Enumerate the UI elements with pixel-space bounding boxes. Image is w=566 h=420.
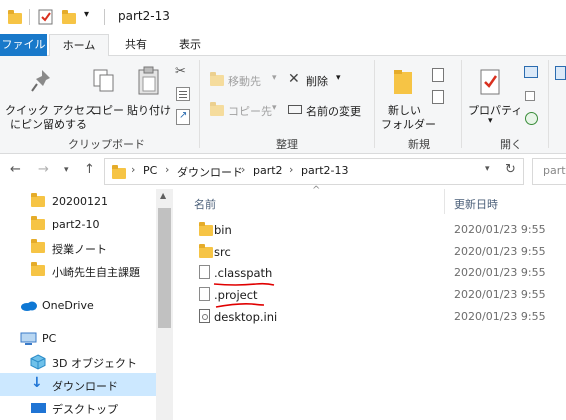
annotation-overlay — [213, 282, 275, 308]
annotation-underline-classpath — [213, 282, 275, 286]
annotation-underline-project — [215, 303, 265, 308]
